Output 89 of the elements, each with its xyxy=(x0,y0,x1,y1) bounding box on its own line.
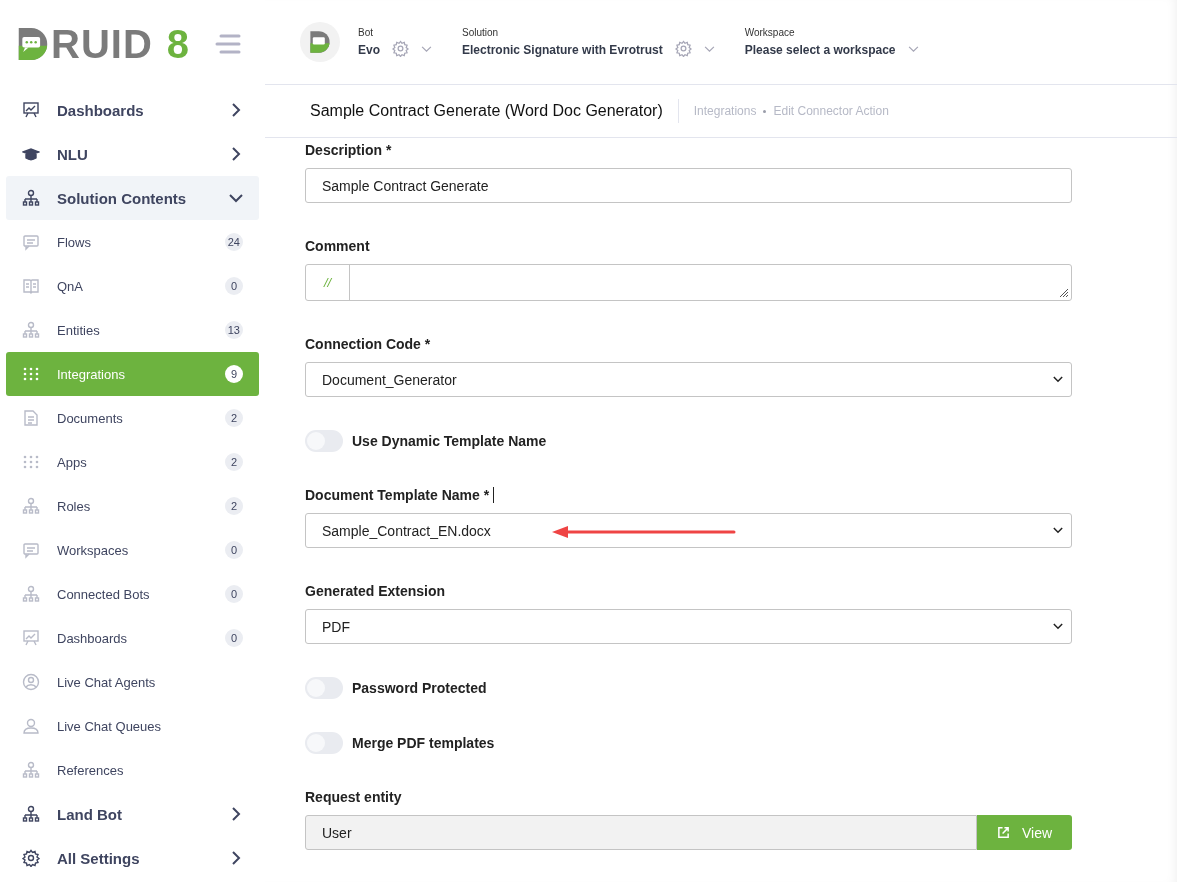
selector-value[interactable]: Electronic Signature with Evrotrust xyxy=(462,43,663,57)
chevron-down-icon xyxy=(1053,376,1063,383)
sidebar-item[interactable]: Entities 13 xyxy=(6,308,259,352)
sidebar-section[interactable]: Solution Contents xyxy=(6,176,259,220)
settings-icon[interactable] xyxy=(392,40,409,57)
toggle-label: Use Dynamic Template Name xyxy=(352,433,547,449)
hierarchy-icon xyxy=(22,189,40,207)
entity-field: User xyxy=(305,815,977,850)
chat-icon xyxy=(22,233,40,251)
chevron-down-icon xyxy=(1053,623,1063,630)
selector-value[interactable]: Please select a workspace xyxy=(744,43,896,57)
count-badge: 0 xyxy=(225,585,243,603)
logo-version: 8 xyxy=(166,21,190,67)
chevron-down-icon[interactable] xyxy=(907,46,919,53)
resize-grip-icon[interactable] xyxy=(1059,288,1069,298)
sidebar-section[interactable]: All Settings xyxy=(6,836,259,880)
settings-icon[interactable] xyxy=(674,40,692,57)
chevron-down-icon[interactable] xyxy=(703,46,715,53)
hierarchy-icon xyxy=(22,585,40,603)
field-label: Request entity xyxy=(305,789,402,805)
field-label: Description * xyxy=(305,142,392,158)
sidebar-item[interactable]: Flows 24 xyxy=(6,220,259,264)
chart-board-icon xyxy=(22,629,40,647)
sidebar-item[interactable]: References xyxy=(6,748,259,792)
external-link-icon xyxy=(996,826,1010,839)
count-badge: 2 xyxy=(225,409,243,427)
count-badge: 2 xyxy=(225,453,243,471)
sidebar-item[interactable]: Documents 2 xyxy=(6,396,259,440)
toggle-label: Password Protected xyxy=(352,680,487,696)
logo-d-icon xyxy=(17,26,49,62)
field-label: Document Template Name * xyxy=(305,487,490,503)
sidebar-item[interactable]: Live Chat Agents xyxy=(6,660,259,704)
chevron-right-icon xyxy=(229,103,243,117)
count-badge: 9 xyxy=(225,365,243,383)
graduation-cap-icon xyxy=(22,145,40,163)
toggle-label: Merge PDF templates xyxy=(352,735,495,751)
selector-label: Solution xyxy=(462,27,500,38)
dropdown-field[interactable]: Sample_Contract_EN.docx xyxy=(305,513,1072,548)
chevron-right-icon xyxy=(229,851,243,865)
sidebar-item[interactable]: Live Chat Queues xyxy=(6,704,259,748)
breadcrumb-separator xyxy=(763,109,767,113)
gear-icon xyxy=(22,849,40,867)
hierarchy-icon xyxy=(22,805,40,823)
field-label: Generated Extension xyxy=(305,583,446,599)
grid-icon xyxy=(22,365,40,383)
menu-icon[interactable] xyxy=(215,33,242,55)
dropdown-field[interactable]: PDF xyxy=(305,609,1072,644)
grid-icon xyxy=(22,453,40,471)
count-badge: 0 xyxy=(225,629,243,647)
document-icon xyxy=(22,409,40,427)
field-label: Comment xyxy=(305,238,370,254)
count-badge: 24 xyxy=(224,233,243,251)
user-circle-icon xyxy=(22,673,40,691)
page-title: Sample Contract Generate (Word Doc Generator) xyxy=(310,99,679,123)
chevron-down-icon xyxy=(229,191,243,205)
sidebar-section[interactable]: Land Bot xyxy=(6,792,259,836)
sidebar-item[interactable]: Integrations 9 xyxy=(6,352,259,396)
sidebar-item[interactable]: Connected Bots 0 xyxy=(6,572,259,616)
book-icon xyxy=(22,277,40,295)
field-label: Connection Code * xyxy=(305,336,431,352)
logo-text: RUID xyxy=(51,21,153,67)
bot-logo-icon xyxy=(309,30,331,54)
sidebar-item[interactable]: Roles 2 xyxy=(6,484,259,528)
chat-icon xyxy=(22,541,40,559)
count-badge: 0 xyxy=(225,277,243,295)
users-icon xyxy=(22,717,40,735)
selector-label: Workspace xyxy=(744,27,796,38)
chevron-right-icon xyxy=(229,147,243,161)
sidebar-item[interactable]: Dashboards 0 xyxy=(6,616,259,660)
text-field[interactable]: Sample Contract Generate xyxy=(305,168,1072,203)
count-badge: 2 xyxy=(225,497,243,515)
dropdown-field[interactable]: Document_Generator xyxy=(305,362,1072,397)
count-badge: 0 xyxy=(225,541,243,559)
comment-prefix: // xyxy=(306,265,350,300)
chevron-down-icon xyxy=(1053,527,1063,534)
sidebar-item[interactable]: Workspaces 0 xyxy=(6,528,259,572)
selector-label: Bot xyxy=(358,27,374,38)
count-badge: 13 xyxy=(224,321,243,339)
sidebar-item[interactable]: Apps 2 xyxy=(6,440,259,484)
sidebar-item[interactable]: QnA 0 xyxy=(6,264,259,308)
chevron-down-icon[interactable] xyxy=(421,46,432,53)
chart-board-icon xyxy=(22,101,40,119)
chevron-right-icon xyxy=(229,807,243,821)
hierarchy-icon xyxy=(22,497,40,515)
sidebar-section[interactable]: NLU xyxy=(6,132,259,176)
sidebar-section[interactable]: Dashboards xyxy=(6,88,259,132)
selector-value[interactable]: Evo xyxy=(358,43,380,57)
hierarchy-icon xyxy=(22,321,40,339)
hierarchy-icon xyxy=(22,761,40,779)
